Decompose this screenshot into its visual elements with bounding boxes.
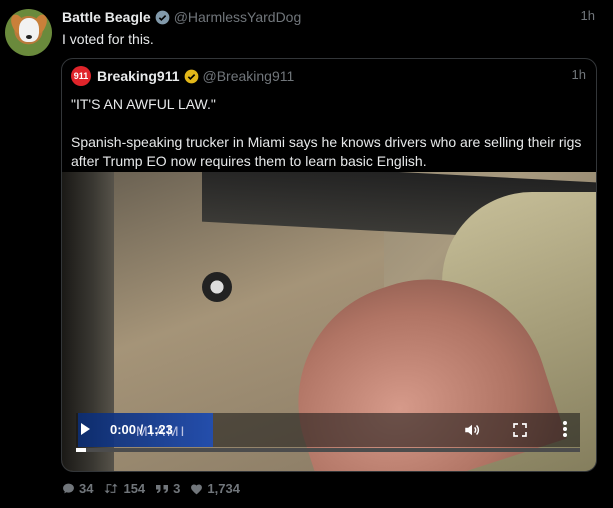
volume-icon[interactable]: [463, 421, 481, 439]
quote-icon: [156, 484, 169, 493]
quoted-tweet[interactable]: 911 Breaking911 @Breaking911 1h "IT'S AN…: [61, 58, 597, 472]
quoted-tweet-header: 911 Breaking911 @Breaking911 1h: [71, 66, 586, 86]
reply-button[interactable]: 34: [62, 481, 93, 496]
quoted-author-handle[interactable]: @Breaking911: [203, 68, 295, 84]
quoted-author-name[interactable]: Breaking911: [97, 68, 180, 84]
like-button[interactable]: 1,734: [190, 481, 240, 496]
avatar-nose: [26, 35, 32, 39]
quoted-tweet-timestamp[interactable]: 1h: [572, 67, 586, 82]
like-count: 1,734: [207, 481, 240, 496]
video-controls-bar: MIAMI 0:00 / 1:23: [76, 413, 580, 447]
play-icon[interactable]: [81, 423, 90, 435]
verified-badge-icon: [155, 10, 170, 25]
quoted-tweet-paragraph-1: "IT'S AN AWFUL LAW.": [71, 96, 216, 112]
author-handle[interactable]: @HarmlessYardDog: [174, 9, 302, 25]
tweet-text: I voted for this.: [62, 31, 154, 47]
retweet-icon: [104, 483, 118, 494]
heart-icon: [191, 484, 203, 494]
retweet-button[interactable]: 154: [103, 481, 145, 496]
tweet-header: Battle Beagle @HarmlessYardDog 1h: [62, 8, 595, 26]
retweet-count: 154: [123, 481, 146, 496]
breaking911-avatar[interactable]: 911: [71, 66, 91, 86]
gold-verified-badge-icon: [184, 69, 199, 84]
author-name[interactable]: Battle Beagle: [62, 9, 151, 25]
quote-count: 3: [173, 481, 181, 496]
quoted-tweet-paragraph-2: Spanish-speaking trucker in Miami says h…: [71, 134, 582, 169]
tweet-timestamp[interactable]: 1h: [581, 8, 595, 23]
video-progress-fill: [76, 448, 87, 452]
more-options-icon[interactable]: [563, 420, 567, 438]
reply-icon: [63, 483, 74, 494]
video-time-display: 0:00 / 1:23: [110, 422, 173, 437]
fullscreen-icon[interactable]: [512, 422, 528, 438]
author-avatar[interactable]: [5, 9, 52, 56]
video-frame-knob: [202, 272, 232, 302]
tweet-actions: 34 154 3 1,734: [62, 481, 250, 496]
quote-button[interactable]: 3: [155, 481, 180, 496]
video-player[interactable]: MIAMI 0:00 / 1:23: [62, 172, 596, 471]
reply-count: 34: [79, 481, 94, 496]
video-progress-bar[interactable]: [76, 448, 580, 452]
